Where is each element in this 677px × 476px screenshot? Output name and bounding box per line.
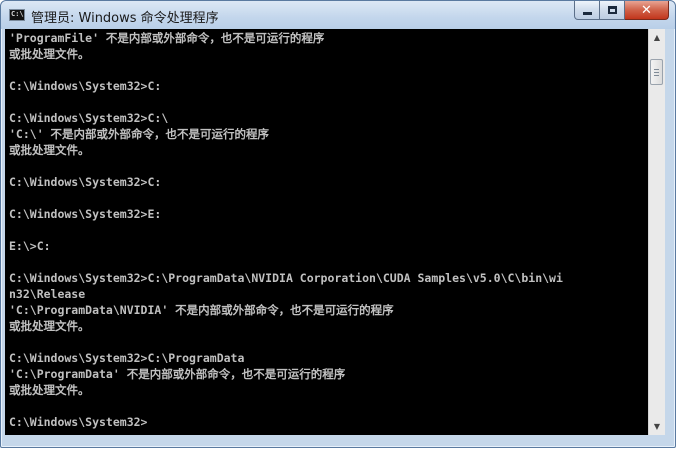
console-line: C:\Windows\System32>C: bbox=[9, 79, 162, 93]
console-line: C:\Windows\System32>C:\ bbox=[9, 111, 169, 125]
grip-line bbox=[654, 75, 659, 76]
console-line: C:\Windows\System32>C:\ProgramData bbox=[9, 351, 245, 365]
scroll-down-button[interactable]: ▼ bbox=[649, 418, 665, 435]
console-line: n32\Release bbox=[9, 287, 86, 301]
minimize-icon bbox=[582, 11, 592, 15]
console-line: 'C:\ProgramData\NVIDIA' 不是内部或外部命令，也不是可运行… bbox=[9, 303, 394, 317]
console-line: C:\Windows\System32>C:\ProgramData\NVIDI… bbox=[9, 271, 563, 285]
console-line: 或批处理文件。 bbox=[9, 319, 90, 333]
console-prompt: C:\Windows\System32> bbox=[9, 415, 148, 429]
minimize-button[interactable] bbox=[574, 1, 600, 20]
window-title: 管理员: Windows 命令处理程序 bbox=[31, 11, 219, 26]
console-line: 'C:\ProgramData' 不是内部或外部命令，也不是可运行的程序 bbox=[9, 367, 346, 381]
cmd-app-icon[interactable]: C:\ bbox=[9, 9, 25, 21]
console-line: C:\Windows\System32>C: bbox=[9, 175, 162, 189]
console-line: 或批处理文件。 bbox=[9, 47, 90, 61]
console-line: C:\Windows\System32>E: bbox=[9, 207, 162, 221]
caption-buttons: ✕ bbox=[574, 1, 669, 21]
console-line: 'ProgramFile' 不是内部或外部命令，也不是可运行的程序 bbox=[9, 31, 325, 45]
grip-line bbox=[654, 72, 659, 73]
maximize-icon bbox=[607, 6, 617, 14]
down-arrow-icon: ▼ bbox=[653, 422, 661, 431]
console-output[interactable]: 'ProgramFile' 不是内部或外部命令，也不是可运行的程序 或批处理文件… bbox=[5, 29, 648, 435]
maximize-button[interactable] bbox=[600, 1, 625, 20]
console-line: 或批处理文件。 bbox=[9, 383, 90, 397]
scroll-up-button[interactable]: ▲ bbox=[649, 29, 665, 46]
grip-line bbox=[654, 69, 659, 70]
scroll-thumb[interactable] bbox=[650, 59, 663, 85]
vertical-scrollbar[interactable]: ▲ ▼ bbox=[648, 29, 665, 435]
up-arrow-icon: ▲ bbox=[653, 33, 661, 42]
title-bar[interactable]: C:\ 管理员: Windows 命令处理程序 ✕ bbox=[1, 1, 675, 29]
console-line: 'C:\' 不是内部或外部命令，也不是可运行的程序 bbox=[9, 127, 270, 141]
console-line: E:\>C: bbox=[9, 239, 51, 253]
close-button[interactable]: ✕ bbox=[625, 1, 669, 20]
console-line: 或批处理文件。 bbox=[9, 143, 90, 157]
close-icon: ✕ bbox=[641, 2, 652, 18]
